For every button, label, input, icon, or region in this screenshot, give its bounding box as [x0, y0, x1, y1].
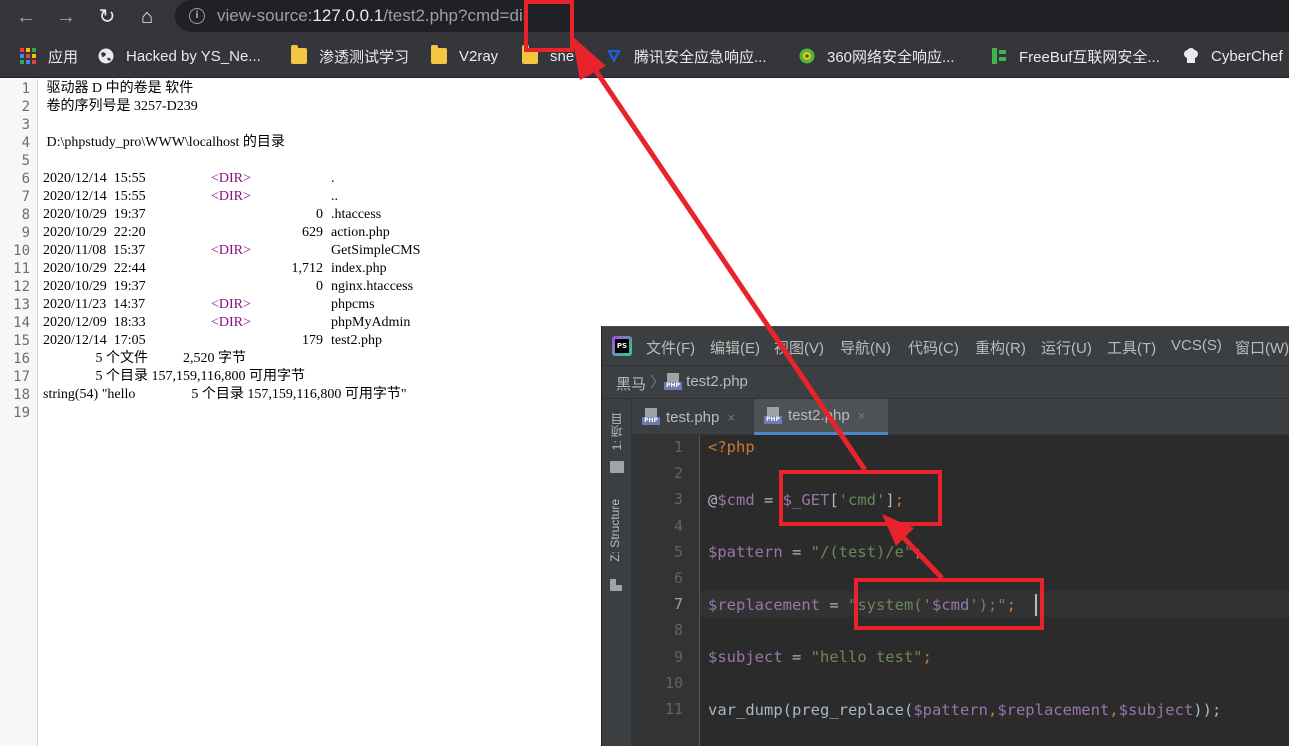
- arrow-to-get-line: [900, 534, 944, 580]
- arrow-to-url-head: [572, 36, 606, 80]
- arrow-to-url-line: [587, 60, 868, 472]
- annotation-arrows: [572, 36, 944, 580]
